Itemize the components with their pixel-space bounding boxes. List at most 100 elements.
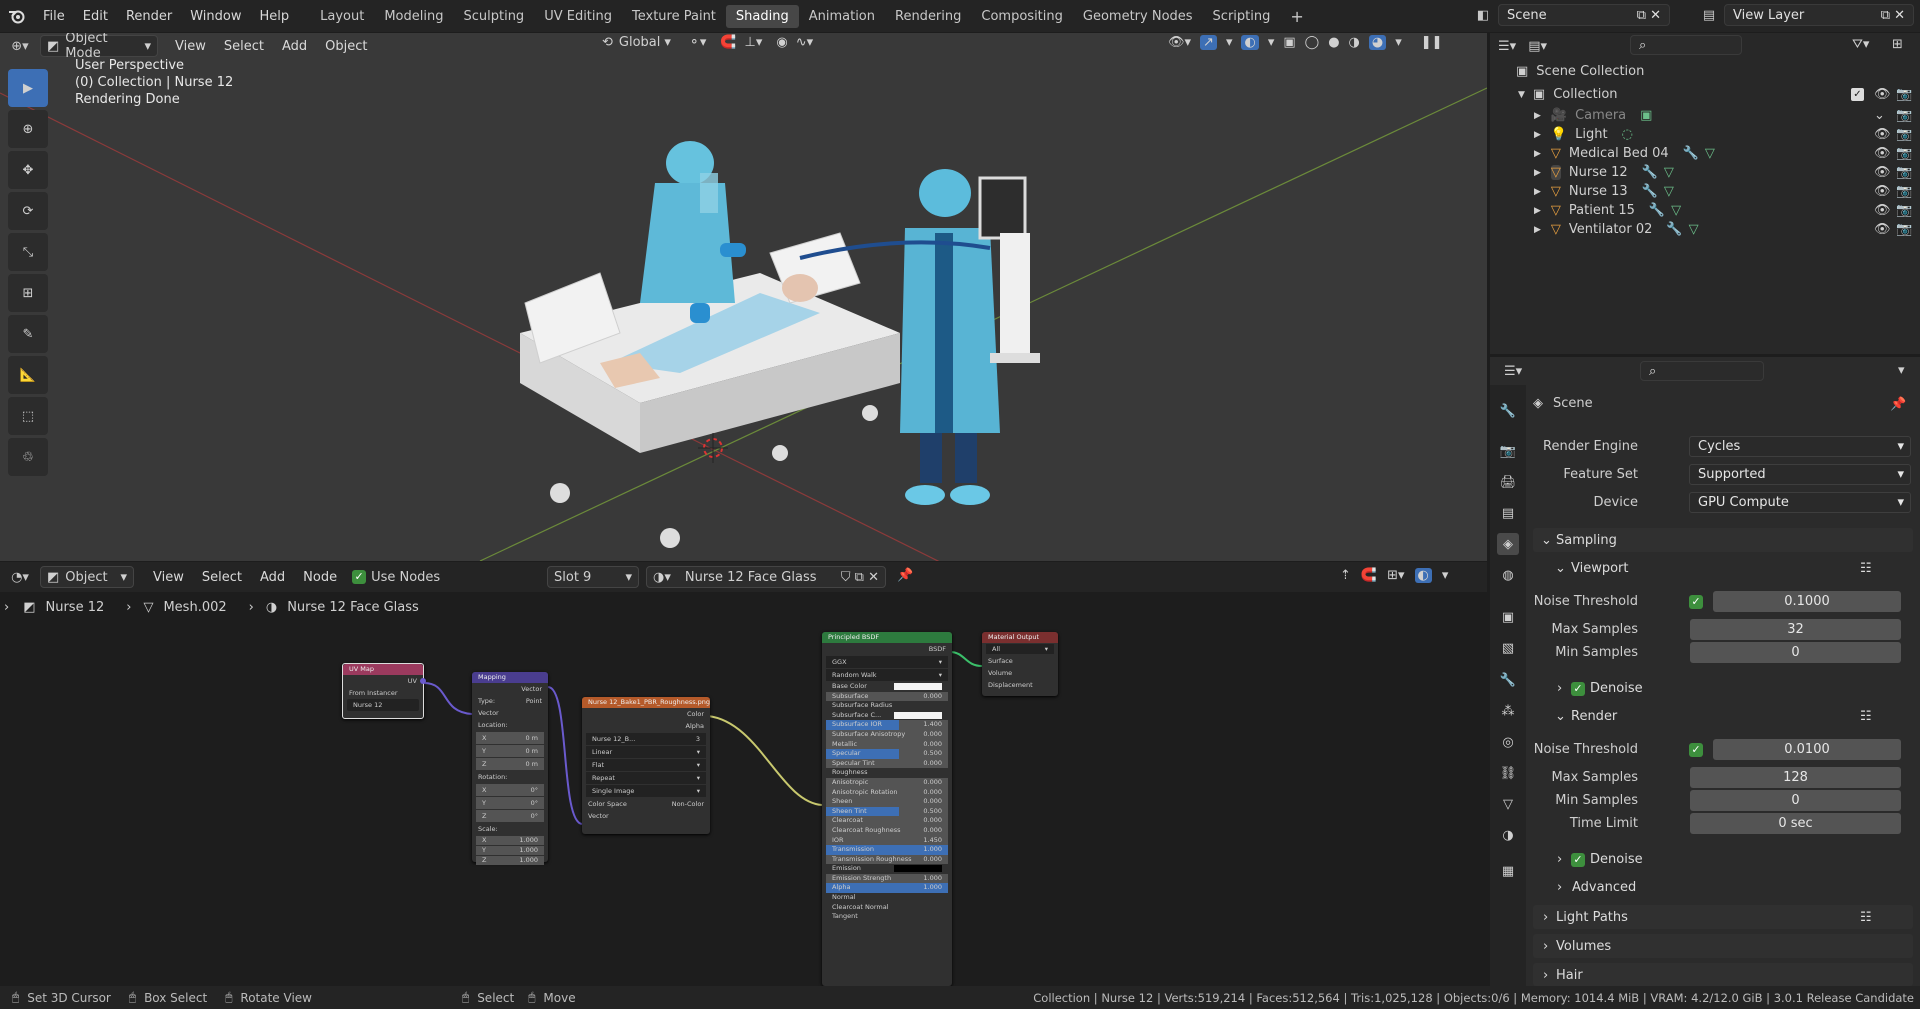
render-engine-dropdown[interactable]: Cycles ▾ [1689, 436, 1911, 457]
solid-shading-icon[interactable]: ● [1328, 35, 1339, 50]
tab-animation[interactable]: Animation [799, 5, 885, 28]
bsdf-input-row[interactable]: Transmission Roughness 0.000 [826, 854, 948, 865]
shader-node-editor[interactable]: ◔▾ ◩ Object ▾ View Select Add Node ✓ Use… [0, 562, 1487, 986]
expand-arrow-icon[interactable]: ▶ [1534, 149, 1541, 159]
tab-layout[interactable]: Layout [310, 5, 374, 28]
feature-set-dropdown[interactable]: Supported ▾ [1689, 464, 1911, 485]
mapping-node[interactable]: Mapping Vector Type: Point Vector Locatio… [472, 672, 548, 865]
bsdf-input-value[interactable]: 0.500 [923, 807, 942, 817]
eye-icon[interactable]: 👁 [1874, 222, 1891, 237]
outliner-item[interactable]: ▶ ▽ Ventilator 02 🔧 ▽ 👁 📷 [1490, 220, 1920, 239]
tab-geometry-nodes[interactable]: Geometry Nodes [1073, 5, 1203, 28]
chevron-down-icon[interactable]: ▾ [1226, 35, 1233, 50]
scale-tool-icon[interactable]: ⤡ [8, 233, 48, 271]
bsdf-input-row[interactable]: Anisotropic 0.000 [826, 777, 948, 788]
bsdf-input-row[interactable]: IOR 1.450 [826, 835, 948, 846]
loc-x-field[interactable]: 0 m [525, 732, 538, 744]
device-dropdown[interactable]: GPU Compute ▾ [1689, 492, 1911, 513]
expand-arrow-icon[interactable]: ▶ [1534, 111, 1541, 121]
eye-icon[interactable]: 👁 [1874, 184, 1891, 199]
camera-render-icon[interactable]: 📷 [1896, 222, 1912, 237]
outliner-item[interactable]: ▶ ▽ Nurse 12 🔧 ▽ 👁 📷 [1490, 163, 1920, 182]
copy-view-layer-icon[interactable]: ⧉ ✕ [1881, 8, 1905, 23]
exclude-checkbox[interactable]: ✓ [1851, 88, 1864, 101]
mesh-data-icon[interactable]: ▽ [1705, 146, 1715, 161]
loc-y-field[interactable]: 0 m [525, 745, 538, 757]
light-data-icon[interactable]: ◌ [1622, 127, 1633, 142]
pivot-icon[interactable]: ⚬▾ [689, 35, 706, 50]
bsdf-input-row[interactable]: Specular Tint 0.000 [826, 758, 948, 769]
tool-props-icon[interactable]: 🔧 [1497, 400, 1519, 422]
r-denoise-checkbox[interactable]: ✓ [1571, 853, 1585, 867]
new-collection-icon[interactable]: ⊞ [1892, 37, 1903, 52]
r-noise-threshold-checkbox[interactable]: ✓ [1689, 743, 1703, 757]
view-layer-icon[interactable]: ▤ [1694, 8, 1724, 23]
pin-icon[interactable]: 📌 [1890, 397, 1906, 412]
select-box-tool-icon[interactable]: ▶ [8, 69, 48, 107]
mesh-data-icon[interactable]: ▽ [1664, 184, 1674, 199]
bsdf-input-row[interactable]: Subsurface 0.000 [826, 691, 948, 702]
measure-tool-icon[interactable]: 📐 [8, 356, 48, 394]
bsdf-input-row[interactable]: Clearcoat 0.000 [826, 816, 948, 826]
camera-render-icon[interactable]: 📷 [1896, 146, 1912, 161]
bsdf-input-row[interactable]: Clearcoat Roughness 0.000 [826, 825, 948, 836]
overlay-icon[interactable]: ◐ [1241, 35, 1259, 50]
presets-list-icon[interactable]: ☷ [1860, 910, 1872, 925]
outliner-search-input[interactable]: ⌕ [1630, 35, 1742, 55]
viewport-subpanel-title[interactable]: Viewport [1571, 561, 1629, 576]
volumes-panel-title[interactable]: Volumes [1556, 939, 1611, 954]
snap-icon[interactable]: 🧲 [720, 35, 736, 50]
add-workspace-button[interactable]: + [1280, 3, 1313, 30]
mapping-type-dropdown[interactable]: Point [526, 695, 542, 707]
tab-modeling[interactable]: Modeling [374, 5, 453, 28]
menu-add[interactable]: Add [273, 39, 316, 54]
expand-arrow-icon[interactable]: ▶ [1534, 130, 1541, 140]
chevron-down-icon[interactable]: ▾ [1395, 35, 1402, 50]
object-mode-dropdown[interactable]: ◩ Object Mode ▾ [40, 33, 158, 61]
render-subpanel-title[interactable]: Render [1571, 709, 1617, 724]
presets-list-icon[interactable]: ☷ [1860, 709, 1872, 724]
vp-min-samples-field[interactable]: 0 [1690, 642, 1901, 663]
eye-icon[interactable]: 👁 [1874, 146, 1891, 161]
color-swatch[interactable] [894, 683, 942, 690]
cursor-tool-icon[interactable]: ⊕ [8, 110, 48, 148]
advanced-subpanel-title[interactable]: Advanced [1572, 880, 1636, 895]
bsdf-input-row[interactable]: Sheen 0.000 [826, 797, 948, 807]
menu-select[interactable]: Select [215, 39, 273, 54]
source-dropdown[interactable]: Single Image [592, 785, 634, 797]
outliner-item[interactable]: ▶ ▽ Patient 15 🔧 ▽ 👁 📷 [1490, 201, 1920, 220]
bsdf-input-row[interactable]: Subsurface Radius [826, 701, 948, 711]
extra-tool-icon[interactable]: ♲ [8, 438, 48, 476]
tab-shading[interactable]: Shading [725, 4, 799, 28]
bsdf-input-value[interactable]: 1.450 [923, 836, 942, 846]
chevron-down-icon[interactable]: ▾ [1898, 363, 1905, 378]
editor-type-icon[interactable]: ☰▾ [1504, 364, 1522, 379]
transform-orientation-icon[interactable]: ⟲ [602, 35, 613, 50]
rot-z-field[interactable]: 0° [531, 810, 538, 822]
bsdf-input-value[interactable]: 0.000 [923, 826, 942, 836]
editor-type-icon[interactable]: ☰▾ [1498, 39, 1516, 54]
bsdf-input-row[interactable]: Clearcoat Normal [826, 903, 948, 913]
outliner-item[interactable]: ▶ ▽ Medical Bed 04 🔧 ▽ 👁 📷 [1490, 144, 1920, 163]
modifier-wrench-icon[interactable]: 🔧 [1666, 222, 1682, 237]
outliner-collection[interactable]: ▼ ▣ Collection ✓ 👁 📷 [1490, 83, 1920, 106]
from-instancer-checkbox[interactable]: From Instancer [349, 687, 398, 699]
vp-max-samples-field[interactable]: 32 [1690, 619, 1901, 640]
expand-arrow-icon[interactable]: ▶ [1534, 206, 1541, 216]
bsdf-input-row[interactable]: Base Color [826, 682, 948, 692]
modifier-wrench-icon[interactable]: 🔧 [1642, 184, 1658, 199]
eye-icon[interactable]: 👁 [1874, 165, 1891, 180]
bsdf-input-value[interactable]: 0.000 [923, 788, 942, 798]
light-paths-panel-title[interactable]: Light Paths [1556, 910, 1628, 925]
menu-render[interactable]: Render [117, 9, 181, 24]
wireframe-shading-icon[interactable]: ◯ [1305, 35, 1320, 50]
bsdf-input-row[interactable]: Subsurface IOR 1.400 [826, 720, 948, 730]
tab-rendering[interactable]: Rendering [885, 5, 971, 28]
bsdf-input-row[interactable]: Metallic 0.000 [826, 739, 948, 750]
menu-object[interactable]: Object [316, 39, 376, 54]
rotate-tool-icon[interactable]: ⟳ [8, 192, 48, 230]
bsdf-input-value[interactable]: 0.000 [923, 855, 942, 865]
tab-compositing[interactable]: Compositing [971, 5, 1073, 28]
bsdf-input-row[interactable]: Specular 0.500 [826, 749, 948, 759]
scale-y-field[interactable]: 1.000 [519, 846, 538, 855]
